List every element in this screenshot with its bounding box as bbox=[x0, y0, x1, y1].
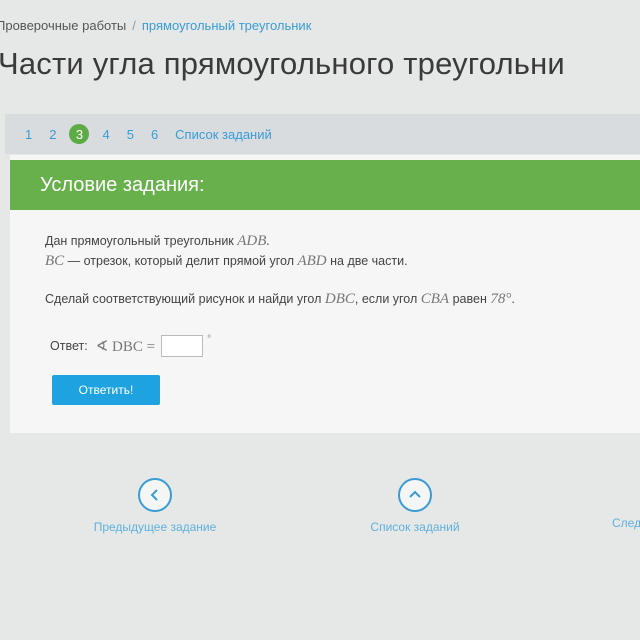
condition-line-2: BC — отрезок, который делит прямой угол … bbox=[45, 253, 408, 269]
breadcrumb-separator: / bbox=[132, 18, 136, 33]
chevron-up-icon[interactable] bbox=[398, 478, 432, 512]
degree-unit: ° bbox=[207, 333, 212, 345]
task-card: Условие задания: Дан прямоугольный треуг… bbox=[10, 155, 640, 433]
tab-task-list[interactable]: Список заданий bbox=[175, 127, 272, 142]
breadcrumb-current[interactable]: прямоугольный треугольник bbox=[142, 18, 312, 33]
tab-2[interactable]: 2 bbox=[49, 127, 56, 142]
tab-4[interactable]: 4 bbox=[102, 127, 109, 142]
answer-expression: ∢ DBC = bbox=[95, 338, 156, 355]
next-task-nav[interactable]: След bbox=[612, 516, 640, 530]
tab-3-active[interactable]: 3 bbox=[69, 124, 90, 144]
prev-task-nav[interactable]: Предыдущее задание bbox=[70, 478, 240, 534]
condition-line-1: Дан прямоугольный треугольник ADB. bbox=[45, 233, 271, 249]
tab-6[interactable]: 6 bbox=[151, 127, 158, 142]
tab-5[interactable]: 5 bbox=[127, 127, 134, 142]
task-list-nav[interactable]: Список заданий bbox=[340, 478, 490, 534]
tab-1[interactable]: 1 bbox=[25, 127, 32, 142]
breadcrumb: Проверочные работы / прямоугольный треугол… bbox=[0, 18, 311, 33]
answer-input[interactable] bbox=[161, 335, 204, 357]
breadcrumb-home[interactable]: Проверочные работы bbox=[0, 18, 126, 33]
task-list-label[interactable]: Список заданий bbox=[340, 520, 490, 534]
answer-row: Ответ: ∢ DBC = ° bbox=[50, 333, 212, 357]
next-task-label[interactable]: След bbox=[612, 516, 640, 530]
page-title: Части угла прямоугольного треугольни bbox=[0, 46, 565, 81]
chevron-left-icon[interactable] bbox=[138, 478, 172, 512]
task-tabs: 1 2 3 4 5 6 Список заданий bbox=[25, 124, 289, 144]
condition-line-3: Сделай соответствующий рисунок и найди у… bbox=[45, 291, 515, 307]
submit-button[interactable]: Ответить! bbox=[52, 375, 160, 405]
task-tabs-bar: 1 2 3 4 5 6 Список заданий bbox=[5, 114, 640, 154]
condition-title: Условие задания: bbox=[40, 174, 205, 196]
answer-label: Ответ: bbox=[50, 339, 88, 353]
prev-task-label[interactable]: Предыдущее задание bbox=[70, 520, 240, 534]
condition-header: Условие задания: bbox=[10, 160, 640, 210]
